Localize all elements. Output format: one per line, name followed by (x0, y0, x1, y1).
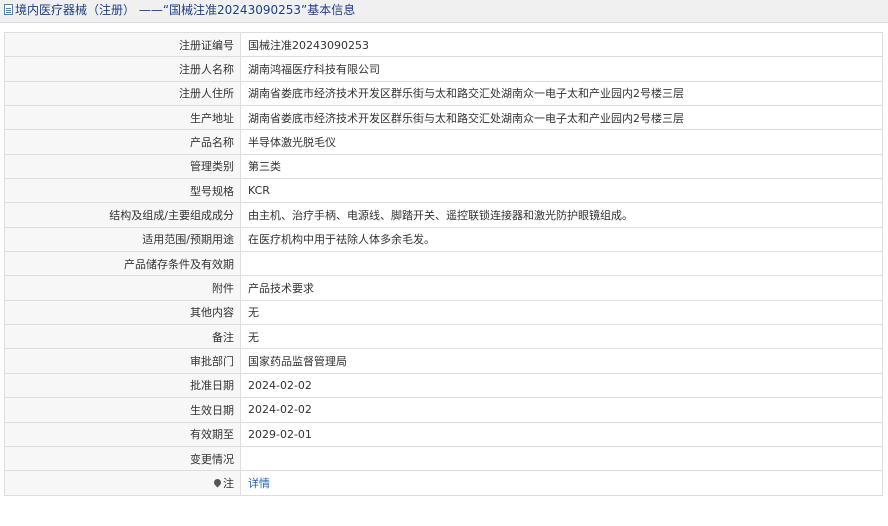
row-label: 其他内容 (4, 299, 241, 326)
page-title: 境内医疗器械（注册） ——“国械注准20243090253”基本信息 (15, 3, 356, 17)
row-value: 无 (240, 299, 883, 326)
table-row: 生产地址 湖南省娄底市经济技术开发区群乐街与太和路交汇处湖南众一电子太和产业园内2… (4, 105, 883, 131)
info-table-container: 注册证编号 国械注准20243090253 注册人名称 湖南鸿福医疗科技有限公司 注册人… (4, 31, 883, 496)
table-row: 注 详情 (4, 470, 883, 496)
row-label: 注册证编号 (4, 31, 241, 58)
table-row: 备注无 (4, 324, 883, 350)
table-row: 结构及组成/主要组成成分 由主机、治疗手柄、电源线、脚踏开关、遥控联锁连接器和激光… (4, 202, 883, 228)
row-label: 注册人住所 (4, 80, 241, 107)
table-row: 注册人住所 湖南省娄底市经济技术开发区群乐街与太和路交汇处湖南众一电子太和产业园内… (4, 80, 883, 107)
row-label: 产品储存条件及有效期 (4, 251, 241, 277)
table-row: 型号规格 KCR (4, 178, 883, 204)
note-section: 注 详情 (4, 470, 883, 496)
row-value: 由主机、治疗手柄、电源线、脚踏开关、遥控联锁连接器和激光防护眼镜组成。 (240, 202, 883, 228)
row-label: 生效日期 (4, 397, 241, 423)
table-row: 适用范围/预期用途 在医疗机构中用于祛除人体多余毛发。 (4, 226, 883, 253)
row-label: 审批部门 (4, 348, 241, 374)
row-value: 在医疗机构中用于祛除人体多余毛发。 (240, 226, 883, 253)
row-label: 产品名称 (4, 129, 241, 155)
row-value (240, 251, 883, 277)
table-row: 批准日期 2024-02-02 (4, 372, 883, 399)
info-table-body: 注册证编号 国械注准20243090253 注册人名称 湖南鸿福医疗科技有限公司 注册人… (4, 31, 883, 472)
table-row: 管理类别 第三类 (4, 153, 883, 180)
table-row: 附件 产品技术要求 (4, 275, 883, 301)
pin-icon (212, 477, 223, 488)
row-label: 注册人名称 (4, 56, 241, 82)
row-value: 第三类 (240, 153, 883, 180)
row-value: 国械注准20243090253 (240, 31, 883, 58)
row-value: 国家药品监督管理局 (240, 348, 883, 374)
table-row: 注册人名称 湖南鸿福医疗科技有限公司 (4, 56, 883, 82)
table-row: 审批部门 国家药品监督管理局 (4, 348, 883, 374)
row-value: 2029-02-01 (240, 421, 883, 447)
row-label: 适用范围/预期用途 (4, 226, 241, 253)
row-label: 型号规格 (4, 178, 241, 204)
row-label: 变更情况 (4, 445, 241, 472)
row-value: 详情 (240, 470, 883, 496)
row-label: 管理类别 (4, 153, 241, 180)
table-row: 有效期至 2029-02-01 (4, 421, 883, 447)
row-value: 湖南省娄底市经济技术开发区群乐街与太和路交汇处湖南众一电子太和产业园内2号楼三层 (240, 80, 883, 107)
info-table: 注册证编号 国械注准20243090253 注册人名称 湖南鸿福医疗科技有限公司 注册人… (4, 31, 883, 496)
table-row: 产品储存条件及有效期 (4, 251, 883, 277)
row-value: 2024-02-02 (240, 372, 883, 399)
table-row: 生效日期 2024-02-02 (4, 397, 883, 423)
details-link[interactable]: 详情 (248, 477, 270, 490)
document-icon (4, 4, 13, 15)
row-value: 无 (240, 324, 883, 350)
row-label: 注 (4, 470, 241, 496)
row-label: 备注 (4, 324, 241, 350)
note-label: 注 (223, 476, 234, 490)
row-value: 半导体激光脱毛仪 (240, 129, 883, 155)
row-value: KCR (240, 178, 883, 204)
row-value: 产品技术要求 (240, 275, 883, 301)
table-row: 变更情况 (4, 445, 883, 472)
table-row: 其他内容无 (4, 299, 883, 326)
row-value: 湖南省娄底市经济技术开发区群乐街与太和路交汇处湖南众一电子太和产业园内2号楼三层 (240, 105, 883, 131)
row-value: 2024-02-02 (240, 397, 883, 423)
row-label: 批准日期 (4, 372, 241, 399)
row-label: 有效期至 (4, 421, 241, 447)
row-label: 附件 (4, 275, 241, 301)
row-label: 生产地址 (4, 105, 241, 131)
row-value: 湖南鸿福医疗科技有限公司 (240, 56, 883, 82)
table-row: 注册证编号 国械注准20243090253 (4, 31, 883, 58)
row-label: 结构及组成/主要组成成分 (4, 202, 241, 228)
table-row: 产品名称 半导体激光脱毛仪 (4, 129, 883, 155)
page-header: 境内医疗器械（注册） ——“国械注准20243090253”基本信息 (0, 0, 888, 23)
row-value (240, 445, 883, 472)
